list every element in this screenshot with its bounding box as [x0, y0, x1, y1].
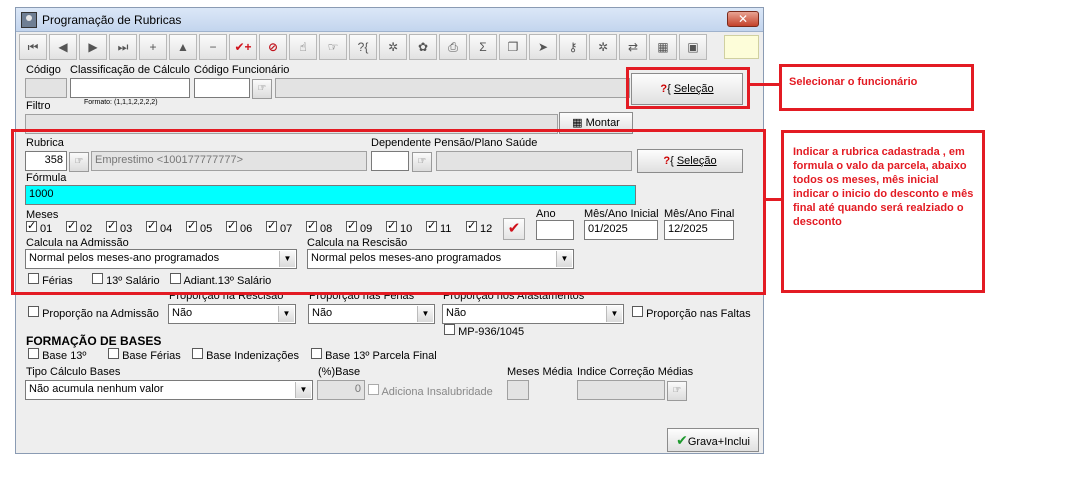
chevron-down-icon: ▼	[278, 306, 294, 322]
annotation-note-1: Selecionar o funcionário	[789, 76, 918, 88]
proporcao-ferias-select[interactable]: Não ▼	[308, 304, 435, 324]
base-ferias-label: Base Férias	[122, 350, 181, 362]
codigo-label: Código	[26, 64, 61, 76]
confirm-icon[interactable]: ✔+	[229, 34, 257, 60]
base-13-label: Base 13º	[42, 350, 87, 362]
filtro-label: Filtro	[26, 100, 51, 112]
edit-up-icon[interactable]: ▲	[169, 34, 197, 60]
first-record-icon[interactable]: ⏮	[19, 34, 47, 60]
insalubridade-label: Adiciona Insalubridade	[381, 386, 493, 398]
funcionario-name-field	[275, 78, 630, 98]
key-icon[interactable]: ⚷	[559, 34, 587, 60]
checkbox-box[interactable]	[368, 384, 379, 395]
annotation-note-2: Indicar a rubrica cadastrada , em formul…	[793, 146, 974, 228]
grava-inclui-button[interactable]: ✔Grava+Inclui	[667, 428, 759, 452]
add-icon[interactable]: +	[139, 34, 167, 60]
formacao-bases-title: FORMAÇÃO DE BASES	[26, 334, 162, 348]
base-13-parcela-checkbox[interactable]: Base 13º Parcela Final	[311, 348, 437, 362]
meses-media-field[interactable]	[507, 380, 529, 400]
prev-record-icon[interactable]: ◀	[49, 34, 77, 60]
checkbox-box[interactable]	[192, 348, 203, 359]
checkbox-box[interactable]	[108, 348, 119, 359]
codigo-funcionario-label: Código Funcionário	[194, 64, 290, 76]
base-indenizacoes-checkbox[interactable]: Base Indenizações	[192, 348, 299, 362]
app-icon	[21, 12, 37, 28]
save-check-icon: ✔	[676, 432, 688, 448]
hand-icon[interactable]: ☝	[289, 34, 317, 60]
base-ferias-checkbox[interactable]: Base Férias	[108, 348, 181, 362]
highlight-rubrica-section	[11, 129, 766, 295]
filter-icon[interactable]: ✿	[409, 34, 437, 60]
copy-icon[interactable]: ❐	[499, 34, 527, 60]
print-icon[interactable]: ⎙	[439, 34, 467, 60]
toolbar: ⏮ ◀ ▶ ⏭ + ▲ − ✔+ ⊘ ☝ ☞ ?{✲ ✿ ⎙ Σ ❐ ➤ ⚷ ✲ ⇄ ▦ ▣	[19, 34, 719, 60]
window-title: Programação de Rubricas	[42, 13, 182, 27]
indice-correcao-field[interactable]	[577, 380, 665, 400]
tipo-calculo-value: Não acumula nenhum valor	[29, 383, 164, 395]
tools-icon[interactable]: ✲	[379, 34, 407, 60]
sum-icon[interactable]: Σ	[469, 34, 497, 60]
proporcao-afastamentos-select[interactable]: Não ▼	[442, 304, 624, 324]
pct-base-label: (%)Base	[318, 366, 361, 378]
meses-media-label: Meses Média	[507, 366, 573, 378]
checkbox-box[interactable]	[28, 348, 39, 359]
tipo-calculo-label: Tipo Cálculo Bases	[26, 366, 121, 378]
indice-lookup-icon[interactable]: ☞	[667, 381, 687, 401]
checkbox-box[interactable]	[311, 348, 322, 359]
classificacao-field[interactable]	[70, 78, 190, 98]
annotation-box-2: Indicar a rubrica cadastrada , em formul…	[781, 130, 985, 293]
highlight-selecao-funcionario	[626, 67, 750, 109]
montar-label: Montar	[585, 117, 620, 129]
classificacao-label: Classificação de Cálculo	[70, 64, 190, 76]
toolbar-status-panel	[724, 35, 759, 59]
chevron-down-icon: ▼	[295, 382, 311, 398]
stop-icon[interactable]: ▣	[679, 34, 707, 60]
last-record-icon[interactable]: ⏭	[109, 34, 137, 60]
base-13-checkbox[interactable]: Base 13º	[28, 348, 86, 362]
cancel-icon[interactable]: ⊘	[259, 34, 287, 60]
checkbox-box[interactable]	[444, 324, 455, 335]
proporcao-ferias-value: Não	[312, 307, 333, 319]
annotation-box-1: Selecionar o funcionário	[779, 64, 974, 111]
grava-inclui-label: Grava+Inclui	[687, 436, 750, 448]
proporcao-rescisao-value: Não	[172, 307, 193, 319]
funcionario-lookup-icon[interactable]: ☞	[252, 79, 272, 99]
proporcao-rescisao-select[interactable]: Não ▼	[168, 304, 296, 324]
proporcao-admissao-checkbox[interactable]: Proporção na Admissão	[28, 306, 159, 320]
delete-icon[interactable]: −	[199, 34, 227, 60]
base-13-parcela-label: Base 13º Parcela Final	[325, 350, 437, 362]
insalubridade-checkbox[interactable]: Adiciona Insalubridade	[368, 384, 493, 398]
export-icon[interactable]: ➤	[529, 34, 557, 60]
checkbox-box[interactable]	[28, 306, 39, 317]
chevron-down-icon: ▼	[606, 306, 622, 322]
codigo-field[interactable]	[25, 78, 67, 98]
pct-base-field[interactable]: 0	[317, 380, 365, 400]
tipo-calculo-select[interactable]: Não acumula nenhum valor ▼	[25, 380, 313, 400]
mp-936-checkbox[interactable]: MP-936/1045	[444, 324, 524, 338]
annotation-connector-1	[750, 83, 780, 86]
config-icon[interactable]: ✲	[589, 34, 617, 60]
classificacao-format-hint: Formato: (1,1,1,2,2,2,2)	[84, 99, 158, 106]
codigo-funcionario-field[interactable]	[194, 78, 250, 98]
proporcao-admissao-label: Proporção na Admissão	[42, 308, 159, 320]
indice-correcao-label: Indice Correção Médias	[577, 366, 694, 378]
query-icon[interactable]: ?{	[349, 34, 377, 60]
transfer-icon[interactable]: ⇄	[619, 34, 647, 60]
chevron-down-icon: ▼	[417, 306, 433, 322]
proporcao-afastamentos-value: Não	[446, 307, 467, 319]
title-bar: Programação de Rubricas ✕	[16, 8, 763, 32]
grid-icon: ▦	[572, 117, 583, 129]
proporcao-faltas-label: Proporção nas Faltas	[646, 308, 751, 320]
next-record-icon[interactable]: ▶	[79, 34, 107, 60]
select-icon[interactable]: ☞	[319, 34, 347, 60]
annotation-connector-2	[765, 198, 782, 201]
close-button[interactable]: ✕	[727, 11, 759, 27]
checkbox-box[interactable]	[632, 306, 643, 317]
mp-936-label: MP-936/1045	[458, 326, 525, 338]
calc-icon[interactable]: ▦	[649, 34, 677, 60]
proporcao-faltas-checkbox[interactable]: Proporção nas Faltas	[632, 306, 751, 320]
base-indenizacoes-label: Base Indenizações	[206, 350, 300, 362]
